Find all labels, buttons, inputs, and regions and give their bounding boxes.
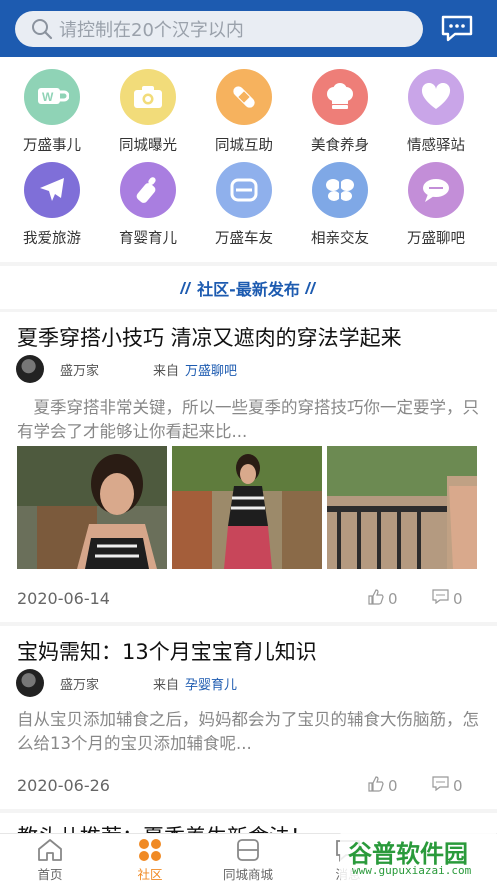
tab-label: 首页 bbox=[37, 867, 63, 882]
like-button[interactable]: 0 bbox=[368, 589, 398, 609]
tab-shop[interactable]: 同城商城 bbox=[200, 834, 296, 883]
comment-button[interactable]: 0 bbox=[432, 776, 463, 795]
category-label: 万盛聊吧 bbox=[407, 231, 465, 247]
tab-home[interactable]: 首页 bbox=[2, 834, 98, 883]
speech-bubble-icon bbox=[408, 162, 464, 218]
category-label: 同城互助 bbox=[215, 138, 273, 154]
svg-text:W: W bbox=[42, 90, 54, 104]
category-label: 我爱旅游 bbox=[23, 231, 81, 247]
butterfly-icon bbox=[312, 162, 368, 218]
category-label: 万盛事儿 bbox=[23, 138, 81, 154]
post-date: 2020-06-14 bbox=[17, 589, 110, 608]
chef-hat-icon bbox=[312, 69, 368, 125]
category-label: 美食养身 bbox=[311, 138, 369, 154]
section-header: 社区-最新发布 bbox=[0, 266, 497, 309]
post-source: 来自 万盛聊吧 bbox=[153, 360, 237, 379]
board-link[interactable]: 孕婴育儿 bbox=[185, 678, 237, 693]
from-label: 来自 bbox=[153, 678, 180, 693]
like-count: 0 bbox=[388, 590, 398, 608]
avatar bbox=[16, 355, 44, 383]
search-input[interactable]: 请控制在20个汉字以内 bbox=[15, 11, 423, 47]
comment-count: 0 bbox=[453, 589, 463, 608]
board-link[interactable]: 万盛聊吧 bbox=[185, 364, 237, 379]
thumbs-up-icon bbox=[368, 776, 384, 796]
post-excerpt: 夏季穿搭非常关键，所以一些夏季的穿搭技巧你一定要学，只有学会了才能够让你看起来比… bbox=[17, 398, 479, 441]
bandage-icon bbox=[216, 69, 272, 125]
watermark-url: www.gupuxiazai.com bbox=[352, 864, 472, 877]
tab-label: 社区 bbox=[137, 867, 163, 882]
thumbs-up-icon bbox=[368, 589, 384, 609]
category-grid: W 万盛事儿 同城曝光 同城互助 美食养身 情感驿站 我爱旅游 育婴育儿 万盛车… bbox=[0, 57, 497, 262]
post-photo[interactable] bbox=[172, 446, 322, 569]
camera-icon bbox=[120, 69, 176, 125]
category-dating[interactable]: 相亲交友 bbox=[292, 162, 388, 248]
grid-icon bbox=[136, 838, 164, 862]
post-photo[interactable] bbox=[327, 446, 477, 569]
category-travel[interactable]: 我爱旅游 bbox=[4, 162, 100, 248]
decor-slash-icon bbox=[304, 281, 317, 294]
comment-icon bbox=[432, 589, 449, 608]
category-label: 育婴育儿 bbox=[119, 231, 177, 247]
like-button[interactable]: 0 bbox=[368, 776, 398, 796]
category-emotion-station[interactable]: 情感驿站 bbox=[388, 69, 484, 155]
comment-count: 0 bbox=[453, 776, 463, 795]
category-city-exposure[interactable]: 同城曝光 bbox=[100, 69, 196, 155]
category-car-friends[interactable]: 万盛车友 bbox=[196, 162, 292, 248]
post-title[interactable]: 宝妈需知：13个月宝宝育儿知识 bbox=[17, 636, 317, 666]
category-chat-room[interactable]: 万盛聊吧 bbox=[388, 162, 484, 248]
post-photos bbox=[17, 446, 478, 569]
search-icon bbox=[31, 18, 53, 40]
coffee-cup-icon: W bbox=[24, 69, 80, 125]
post-title[interactable]: 教头儿推荐：夏季养生新食法！ bbox=[17, 821, 311, 833]
tab-community[interactable]: 社区 bbox=[102, 834, 198, 883]
category-parenting[interactable]: 育婴育儿 bbox=[100, 162, 196, 248]
like-count: 0 bbox=[388, 777, 398, 795]
post-card[interactable]: 宝妈需知：13个月宝宝育儿知识 盛万家 来自 孕婴育儿 自从宝贝添加辅食之后，妈妈… bbox=[0, 626, 497, 809]
top-bar: 请控制在20个汉字以内 bbox=[0, 0, 497, 57]
tab-label: 同城商城 bbox=[222, 867, 273, 882]
avatar bbox=[16, 669, 44, 697]
search-placeholder: 请控制在20个汉字以内 bbox=[59, 20, 244, 41]
section-title: 社区-最新发布 bbox=[197, 279, 300, 299]
comment-button[interactable]: 0 bbox=[432, 589, 463, 608]
category-label: 相亲交友 bbox=[311, 231, 369, 247]
watermark-logo: 谷普软件园 www.gupuxiazai.com bbox=[340, 830, 497, 883]
post-author: 盛万家 bbox=[60, 364, 100, 379]
post-source: 来自 孕婴育儿 bbox=[153, 674, 237, 693]
airplane-icon bbox=[24, 162, 80, 218]
category-city-mutual-help[interactable]: 同城互助 bbox=[196, 69, 292, 155]
post-photo[interactable] bbox=[17, 446, 167, 569]
chat-bubble-icon[interactable] bbox=[441, 15, 473, 42]
category-wansheng-affairs[interactable]: W 万盛事儿 bbox=[4, 69, 100, 155]
baby-bottle-icon bbox=[120, 162, 176, 218]
post-author: 盛万家 bbox=[60, 678, 100, 693]
category-label: 万盛车友 bbox=[215, 231, 273, 247]
category-food-health[interactable]: 美食养身 bbox=[292, 69, 388, 155]
home-icon bbox=[36, 838, 64, 862]
post-excerpt: 自从宝贝添加辅食之后，妈妈都会为了宝贝的辅食大伤脑筋，怎么给13个月的宝贝添加辅… bbox=[17, 710, 479, 753]
shop-icon bbox=[234, 838, 262, 862]
category-label: 同城曝光 bbox=[119, 138, 177, 154]
post-date: 2020-06-26 bbox=[17, 776, 110, 795]
category-label: 情感驿站 bbox=[407, 138, 465, 154]
heart-icon bbox=[408, 69, 464, 125]
decor-slash-icon bbox=[179, 281, 192, 294]
post-title[interactable]: 夏季穿搭小技巧 清凉又遮肉的穿法学起来 bbox=[17, 322, 402, 352]
car-icon bbox=[216, 162, 272, 218]
comment-icon bbox=[432, 776, 449, 795]
post-card[interactable]: 夏季穿搭小技巧 清凉又遮肉的穿法学起来 盛万家 来自 万盛聊吧 夏季穿搭非常关键，… bbox=[0, 312, 497, 622]
from-label: 来自 bbox=[153, 364, 180, 379]
